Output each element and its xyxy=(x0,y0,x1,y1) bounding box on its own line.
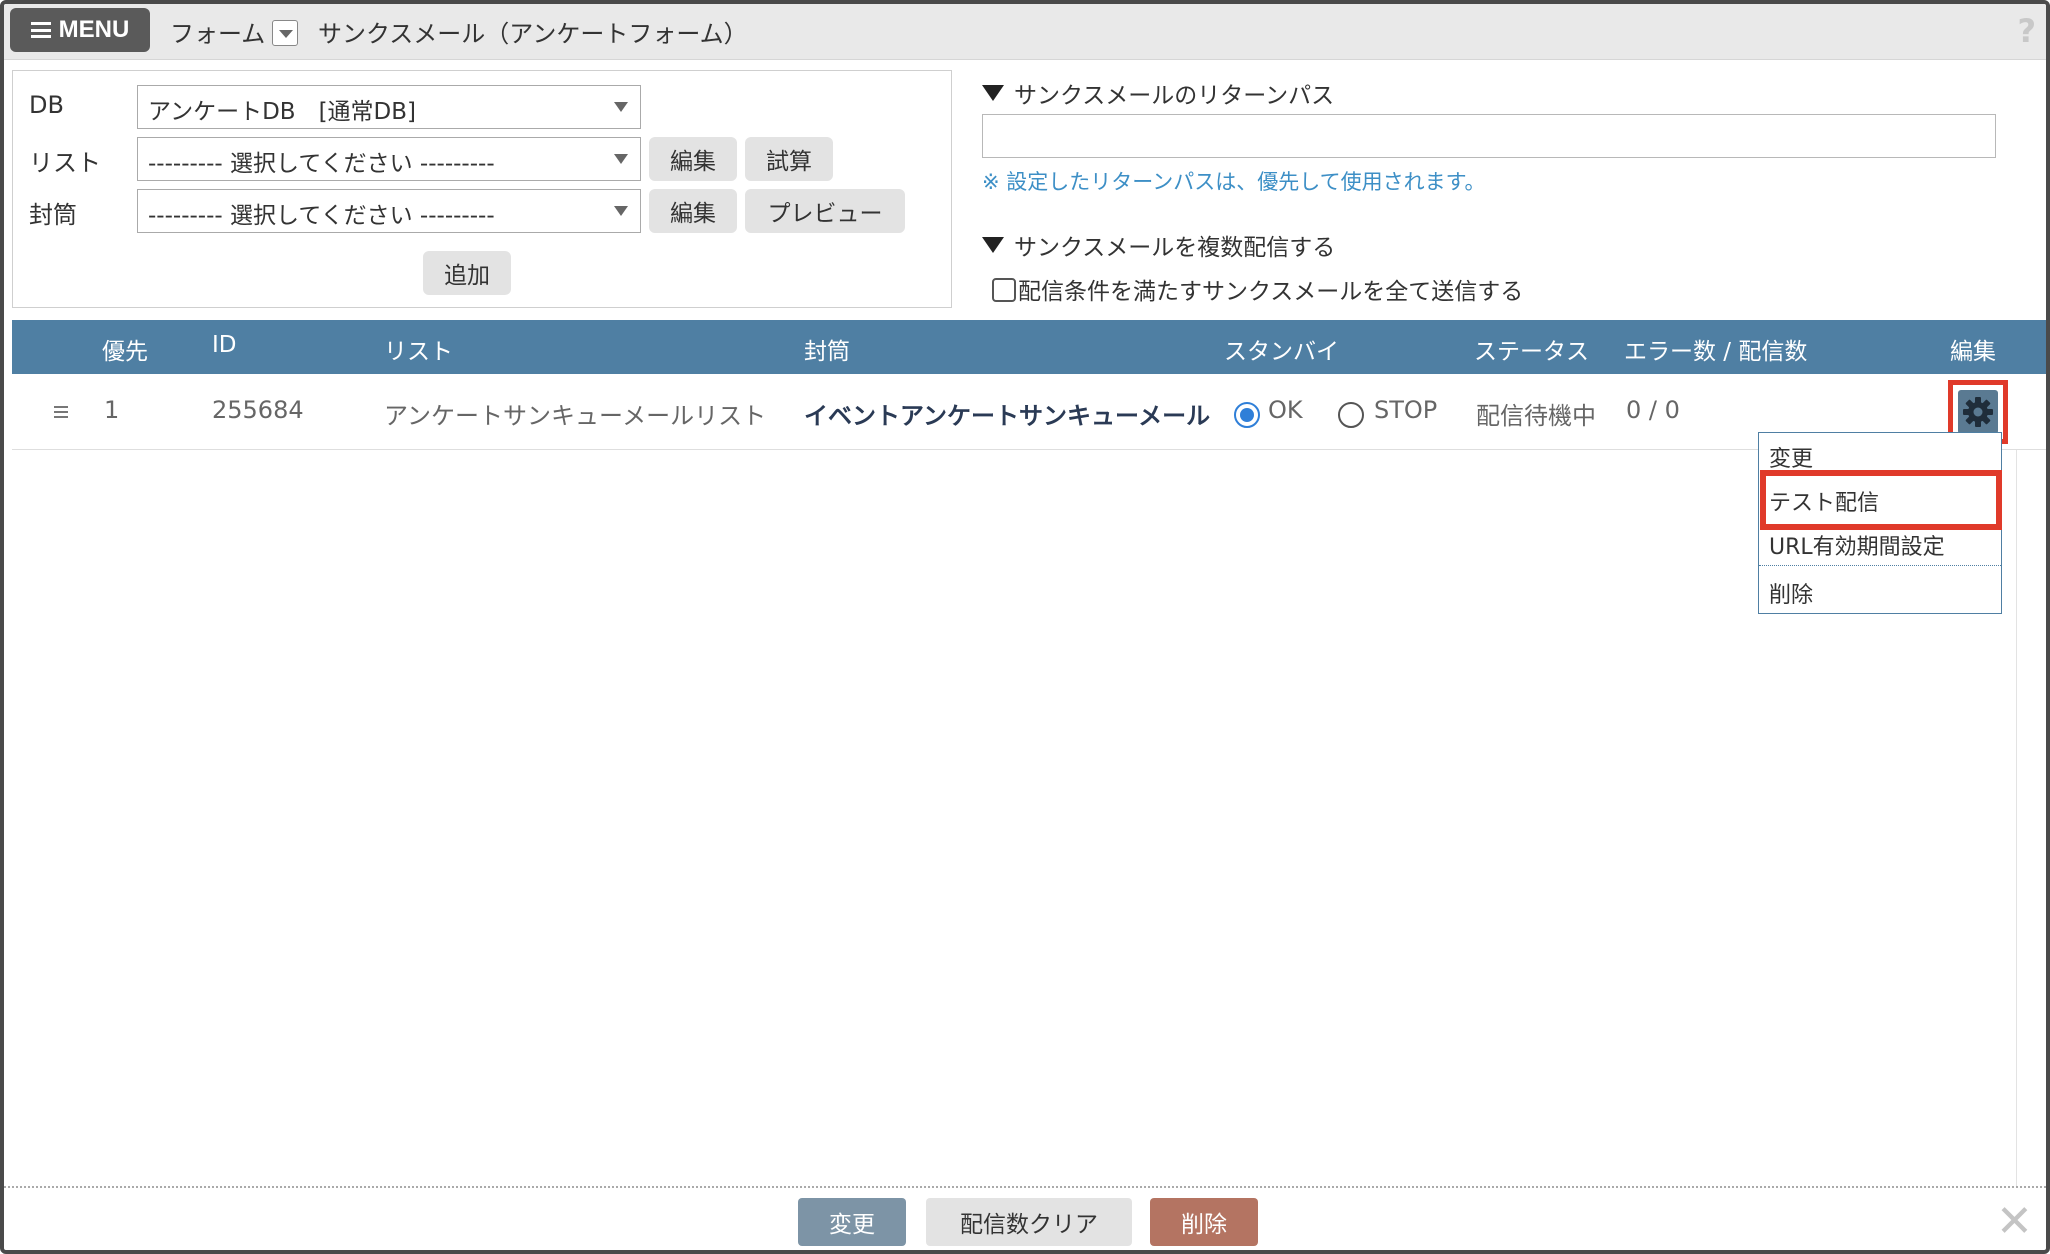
header-bar: MENU フォーム サンクスメール（アンケートフォーム） ? xyxy=(4,4,2046,60)
envelope-select[interactable]: --------- 選択してください --------- xyxy=(137,189,641,233)
close-icon[interactable]: ✕ xyxy=(1996,1200,2033,1244)
return-path-title: サンクスメールのリターンパス xyxy=(1014,83,1335,109)
list-edit-button[interactable]: 編集 xyxy=(649,137,737,181)
test-send-highlight xyxy=(1760,470,2002,530)
gear-button[interactable] xyxy=(1958,390,1998,434)
change-button[interactable]: 変更 xyxy=(798,1198,906,1246)
standby-stop-label[interactable]: STOP xyxy=(1374,396,1437,424)
col-edit: 編集 xyxy=(1950,339,1996,365)
envelope-edit-button[interactable]: 編集 xyxy=(649,189,737,233)
settings-panel: DB アンケートDB [通常DB] リスト --------- 選択してください… xyxy=(12,70,952,308)
envelope-select-value: --------- 選択してください --------- xyxy=(148,203,495,229)
return-path-note: ※ 設定したリターンパスは、優先して使用されます。 xyxy=(982,170,1486,194)
breadcrumb-dropdown-icon[interactable] xyxy=(272,20,298,46)
breadcrumb[interactable]: フォーム xyxy=(170,14,265,49)
envelope-preview-button[interactable]: プレビュー xyxy=(745,189,905,233)
envelope-label: 封筒 xyxy=(29,201,77,229)
list-calc-button[interactable]: 試算 xyxy=(745,137,833,181)
clear-count-button[interactable]: 配信数クリア xyxy=(926,1198,1132,1246)
scroll-divider xyxy=(2016,450,2017,1186)
send-all-checkbox[interactable] xyxy=(992,278,1016,302)
return-path-heading[interactable]: サンクスメールのリターンパス xyxy=(982,76,1334,110)
add-button[interactable]: 追加 xyxy=(423,251,511,295)
menu-item-delete[interactable]: 削除 xyxy=(1769,577,1813,609)
page-title: サンクスメール（アンケートフォーム） xyxy=(318,20,748,48)
return-path-input[interactable] xyxy=(982,114,1996,158)
chevron-down-icon xyxy=(614,102,628,112)
chevron-down-icon xyxy=(614,154,628,164)
menu-label: MENU xyxy=(58,16,130,43)
multi-send-heading[interactable]: サンクスメールを複数配信する xyxy=(982,228,1335,262)
db-select-value: アンケートDB [通常DB] xyxy=(148,99,417,125)
menu-divider xyxy=(1759,565,2001,566)
row-id: 255684 xyxy=(212,396,304,424)
multi-send-title: サンクスメールを複数配信する xyxy=(1014,235,1336,261)
help-icon[interactable]: ? xyxy=(2017,12,2036,50)
row-list: アンケートサンキューメールリスト xyxy=(384,402,767,430)
list-label: リスト xyxy=(29,149,101,177)
standby-ok-label[interactable]: OK xyxy=(1268,396,1303,424)
menu-item-url-expiry[interactable]: URL有効期間設定 xyxy=(1769,529,1945,561)
standby-ok-radio[interactable] xyxy=(1234,402,1260,428)
chevron-down-icon xyxy=(614,206,628,216)
col-errors: エラー数 / 配信数 xyxy=(1624,339,1808,365)
menu-button[interactable]: MENU xyxy=(10,8,150,52)
menu-item-change[interactable]: 変更 xyxy=(1769,441,1813,473)
hamburger-icon xyxy=(30,22,51,38)
col-id: ID xyxy=(212,332,237,358)
drag-handle-icon[interactable] xyxy=(54,406,68,418)
list-select-value: --------- 選択してください --------- xyxy=(148,151,495,177)
table-row: 1 255684 アンケートサンキューメールリスト イベントアンケートサンキュー… xyxy=(12,376,2046,450)
row-envelope-link[interactable]: イベントアンケートサンキューメール xyxy=(804,396,1210,431)
row-counts: 0 / 0 xyxy=(1626,396,1680,424)
send-all-label[interactable]: 配信条件を満たすサンクスメールを全て送信する xyxy=(1018,272,1523,306)
row-status: 配信待機中 xyxy=(1476,402,1596,430)
db-label: DB xyxy=(29,91,64,119)
col-envelope: 封筒 xyxy=(804,339,850,365)
footer-divider xyxy=(4,1186,2046,1188)
standby-stop-radio[interactable] xyxy=(1338,402,1364,428)
col-status: ステータス xyxy=(1474,339,1589,365)
triangle-down-icon xyxy=(982,85,1004,101)
triangle-down-icon xyxy=(982,237,1004,253)
delete-button[interactable]: 削除 xyxy=(1150,1198,1258,1246)
window-frame: MENU フォーム サンクスメール（アンケートフォーム） ? DB アンケートD… xyxy=(0,0,2050,1254)
table-header: 優先 ID リスト 封筒 スタンバイ ステータス エラー数 / 配信数 編集 xyxy=(12,320,2046,374)
col-standby: スタンバイ xyxy=(1224,339,1339,365)
col-list: リスト xyxy=(384,339,453,365)
col-priority: 優先 xyxy=(102,339,148,365)
row-priority: 1 xyxy=(104,396,120,424)
gear-icon xyxy=(1963,397,1993,427)
list-select[interactable]: --------- 選択してください --------- xyxy=(137,137,641,181)
db-select[interactable]: アンケートDB [通常DB] xyxy=(137,85,641,129)
